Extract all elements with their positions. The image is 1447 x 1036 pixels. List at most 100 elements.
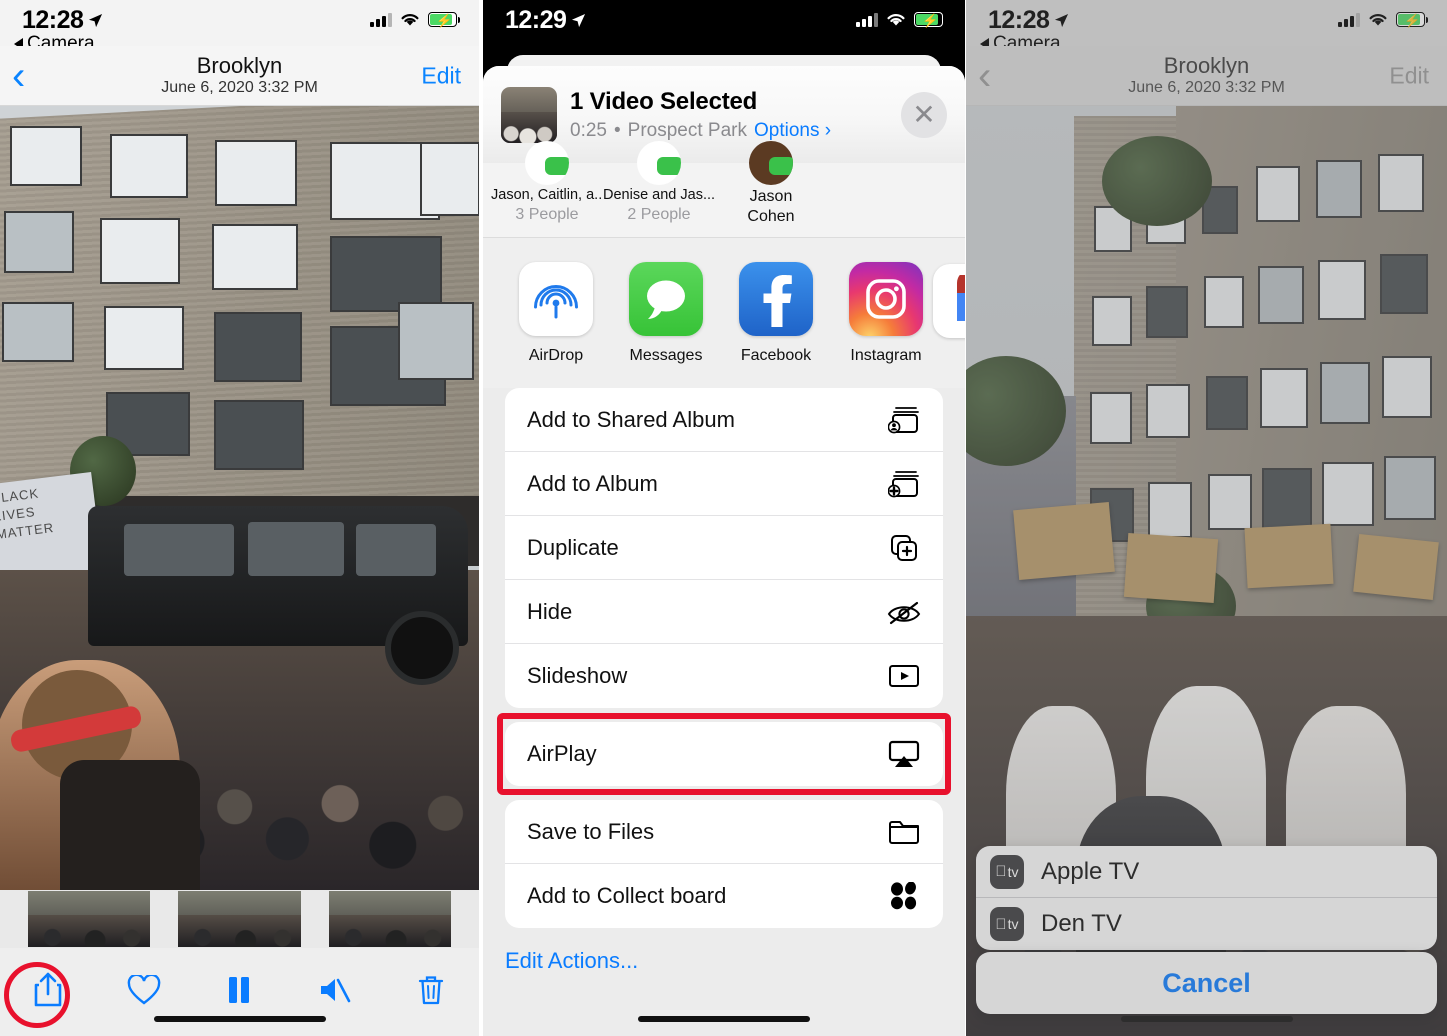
duplicate-icon (887, 531, 921, 565)
person-suggestion[interactable]: Jason Cohen (715, 141, 827, 237)
action-duplicate[interactable]: Duplicate (505, 516, 943, 580)
apple-tv-icon: tv (990, 907, 1024, 941)
pause-icon (229, 977, 250, 1003)
battery-charging-icon: ⚡ (428, 12, 461, 28)
person-count: 3 People (515, 206, 579, 223)
cancel-button[interactable]: Cancel (976, 952, 1437, 1014)
location-arrow-icon (572, 13, 586, 28)
facebook-icon (739, 261, 813, 336)
apple-tv-icon: tv (990, 854, 1024, 889)
suggested-people-row: Jason, Caitlin, a... 3 People Denise and… (483, 141, 965, 238)
status-bar-mid: 12:29 ⚡ (483, 0, 965, 46)
close-icon[interactable]: ✕ (901, 91, 947, 138)
messages-badge-icon (769, 157, 793, 175)
edit-button[interactable]: Edit (421, 62, 461, 89)
share-apps-row: AirDrop Messages Facebook Instagram (483, 238, 965, 388)
share-app-instagram[interactable]: Instagram (831, 261, 941, 365)
action-label: Add to Album (527, 470, 658, 496)
chevron-left-icon[interactable]: ‹ (978, 56, 991, 96)
action-label: Add to Collect board (527, 883, 727, 908)
photo-viewer-left[interactable]: Van Leeuwen BLACKLIVESMATTER (0, 106, 479, 890)
edit-actions-button[interactable]: Edit Actions... (483, 942, 965, 974)
photo-toolbar (0, 948, 479, 1036)
nav-bar-left: ‹ Brooklyn June 6, 2020 3:32 PM Edit (0, 46, 479, 106)
options-label: Options (753, 119, 820, 141)
messages-icon (629, 261, 703, 336)
app-label: Instagram (850, 346, 922, 364)
share-app-partial[interactable] (933, 264, 965, 338)
shared-album-icon (887, 403, 921, 437)
airplay-device-den-tv[interactable]: tv Den TV (976, 898, 1437, 950)
video-filmstrip[interactable] (0, 890, 479, 948)
video-duration: 0:25 (570, 119, 607, 141)
car-wheel (385, 611, 459, 685)
filmstrip-frame[interactable] (178, 891, 301, 947)
cellular-bars-icon (370, 12, 392, 27)
home-indicator (638, 1016, 810, 1022)
video-place: Prospect Park (627, 119, 747, 141)
action-hide[interactable]: Hide (505, 580, 943, 644)
filmstrip-frame[interactable] (28, 891, 151, 947)
status-time: 12:29 (505, 6, 567, 34)
status-bar-left: 12:28 ⚡ Camera (0, 0, 479, 54)
options-button[interactable]: Options › (754, 120, 831, 142)
share-app-messages[interactable]: Messages (611, 261, 721, 365)
nav-title-group: Brooklyn June 6, 2020 3:32 PM (1128, 54, 1285, 97)
status-time: 12:28 (22, 6, 84, 34)
share-sheet-subtitle: 0:25 • Prospect Park Options › (570, 120, 831, 142)
three-panel-screenshot: 12:28 ⚡ Camera ‹ Brooklyn June 6, 2020 3… (0, 0, 1447, 1036)
eye-slash-icon (887, 595, 921, 629)
instagram-icon (849, 261, 923, 336)
device-label: Apple TV (1041, 857, 1140, 885)
tree-icon (1102, 136, 1212, 226)
status-left-group: 12:28 (22, 6, 103, 35)
filmstrip-frame[interactable] (328, 891, 451, 947)
status-left-group: 12:28 (988, 6, 1069, 35)
action-airplay[interactable]: AirPlay (505, 722, 943, 786)
person-name: Denise and Jas... (603, 187, 715, 203)
person-suggestion[interactable]: Jason, Caitlin, a... 3 People (491, 141, 603, 237)
airplay-device-apple-tv[interactable]: tv Apple TV (976, 846, 1437, 898)
collect-icon (887, 879, 921, 913)
avatar (749, 141, 793, 185)
delete-button[interactable] (401, 964, 461, 1016)
favorite-button[interactable] (114, 964, 174, 1016)
messages-badge-icon (545, 157, 569, 175)
action-slideshow[interactable]: Slideshow (505, 644, 943, 708)
add-album-icon (887, 467, 921, 501)
share-app-facebook[interactable]: Facebook (721, 261, 831, 365)
action-group-primary: Add to Shared Album Add to Album Duplica… (505, 388, 943, 708)
page-title: Brooklyn (196, 52, 283, 78)
backpack (60, 760, 200, 890)
share-app-airdrop[interactable]: AirDrop (501, 261, 611, 365)
share-sheet: 1 Video Selected 0:25 • Prospect Park Op… (483, 66, 965, 1036)
action-add-to-album[interactable]: Add to Album (505, 452, 943, 516)
chevron-left-icon[interactable]: ‹ (12, 56, 25, 96)
action-label: Hide (527, 598, 573, 624)
selected-video-thumbnail[interactable] (501, 86, 557, 143)
messages-badge-icon (657, 157, 681, 175)
action-add-to-shared-album[interactable]: Add to Shared Album (505, 388, 943, 452)
subtitle-separator: • (613, 119, 621, 141)
mute-button[interactable] (305, 964, 365, 1016)
airplay-icon (887, 737, 921, 771)
speaker-mute-icon (321, 978, 351, 1003)
action-save-to-files[interactable]: Save to Files (505, 800, 943, 864)
status-left-group: 12:29 (505, 6, 586, 35)
avatar (637, 141, 681, 185)
action-label: Save to Files (527, 818, 655, 844)
trash-icon (418, 976, 444, 1005)
slideshow-icon (887, 659, 921, 693)
status-time: 12:28 (988, 6, 1050, 34)
person-suggestion[interactable]: Denise and Jas... 2 People (603, 141, 715, 237)
app-label: AirDrop (528, 346, 584, 364)
action-add-to-collect-board[interactable]: Add to Collect board (505, 864, 943, 928)
pause-button[interactable] (209, 964, 269, 1016)
share-sheet-title: 1 Video Selected (570, 87, 758, 115)
location-arrow-icon (89, 13, 103, 28)
avatar (525, 141, 569, 185)
edit-button[interactable]: Edit (1389, 62, 1429, 89)
app-label: Facebook (740, 346, 812, 364)
share-sheet-title-group: 1 Video Selected 0:25 • Prospect Park Op… (570, 88, 831, 142)
person-name: Jason Cohen (747, 188, 795, 225)
